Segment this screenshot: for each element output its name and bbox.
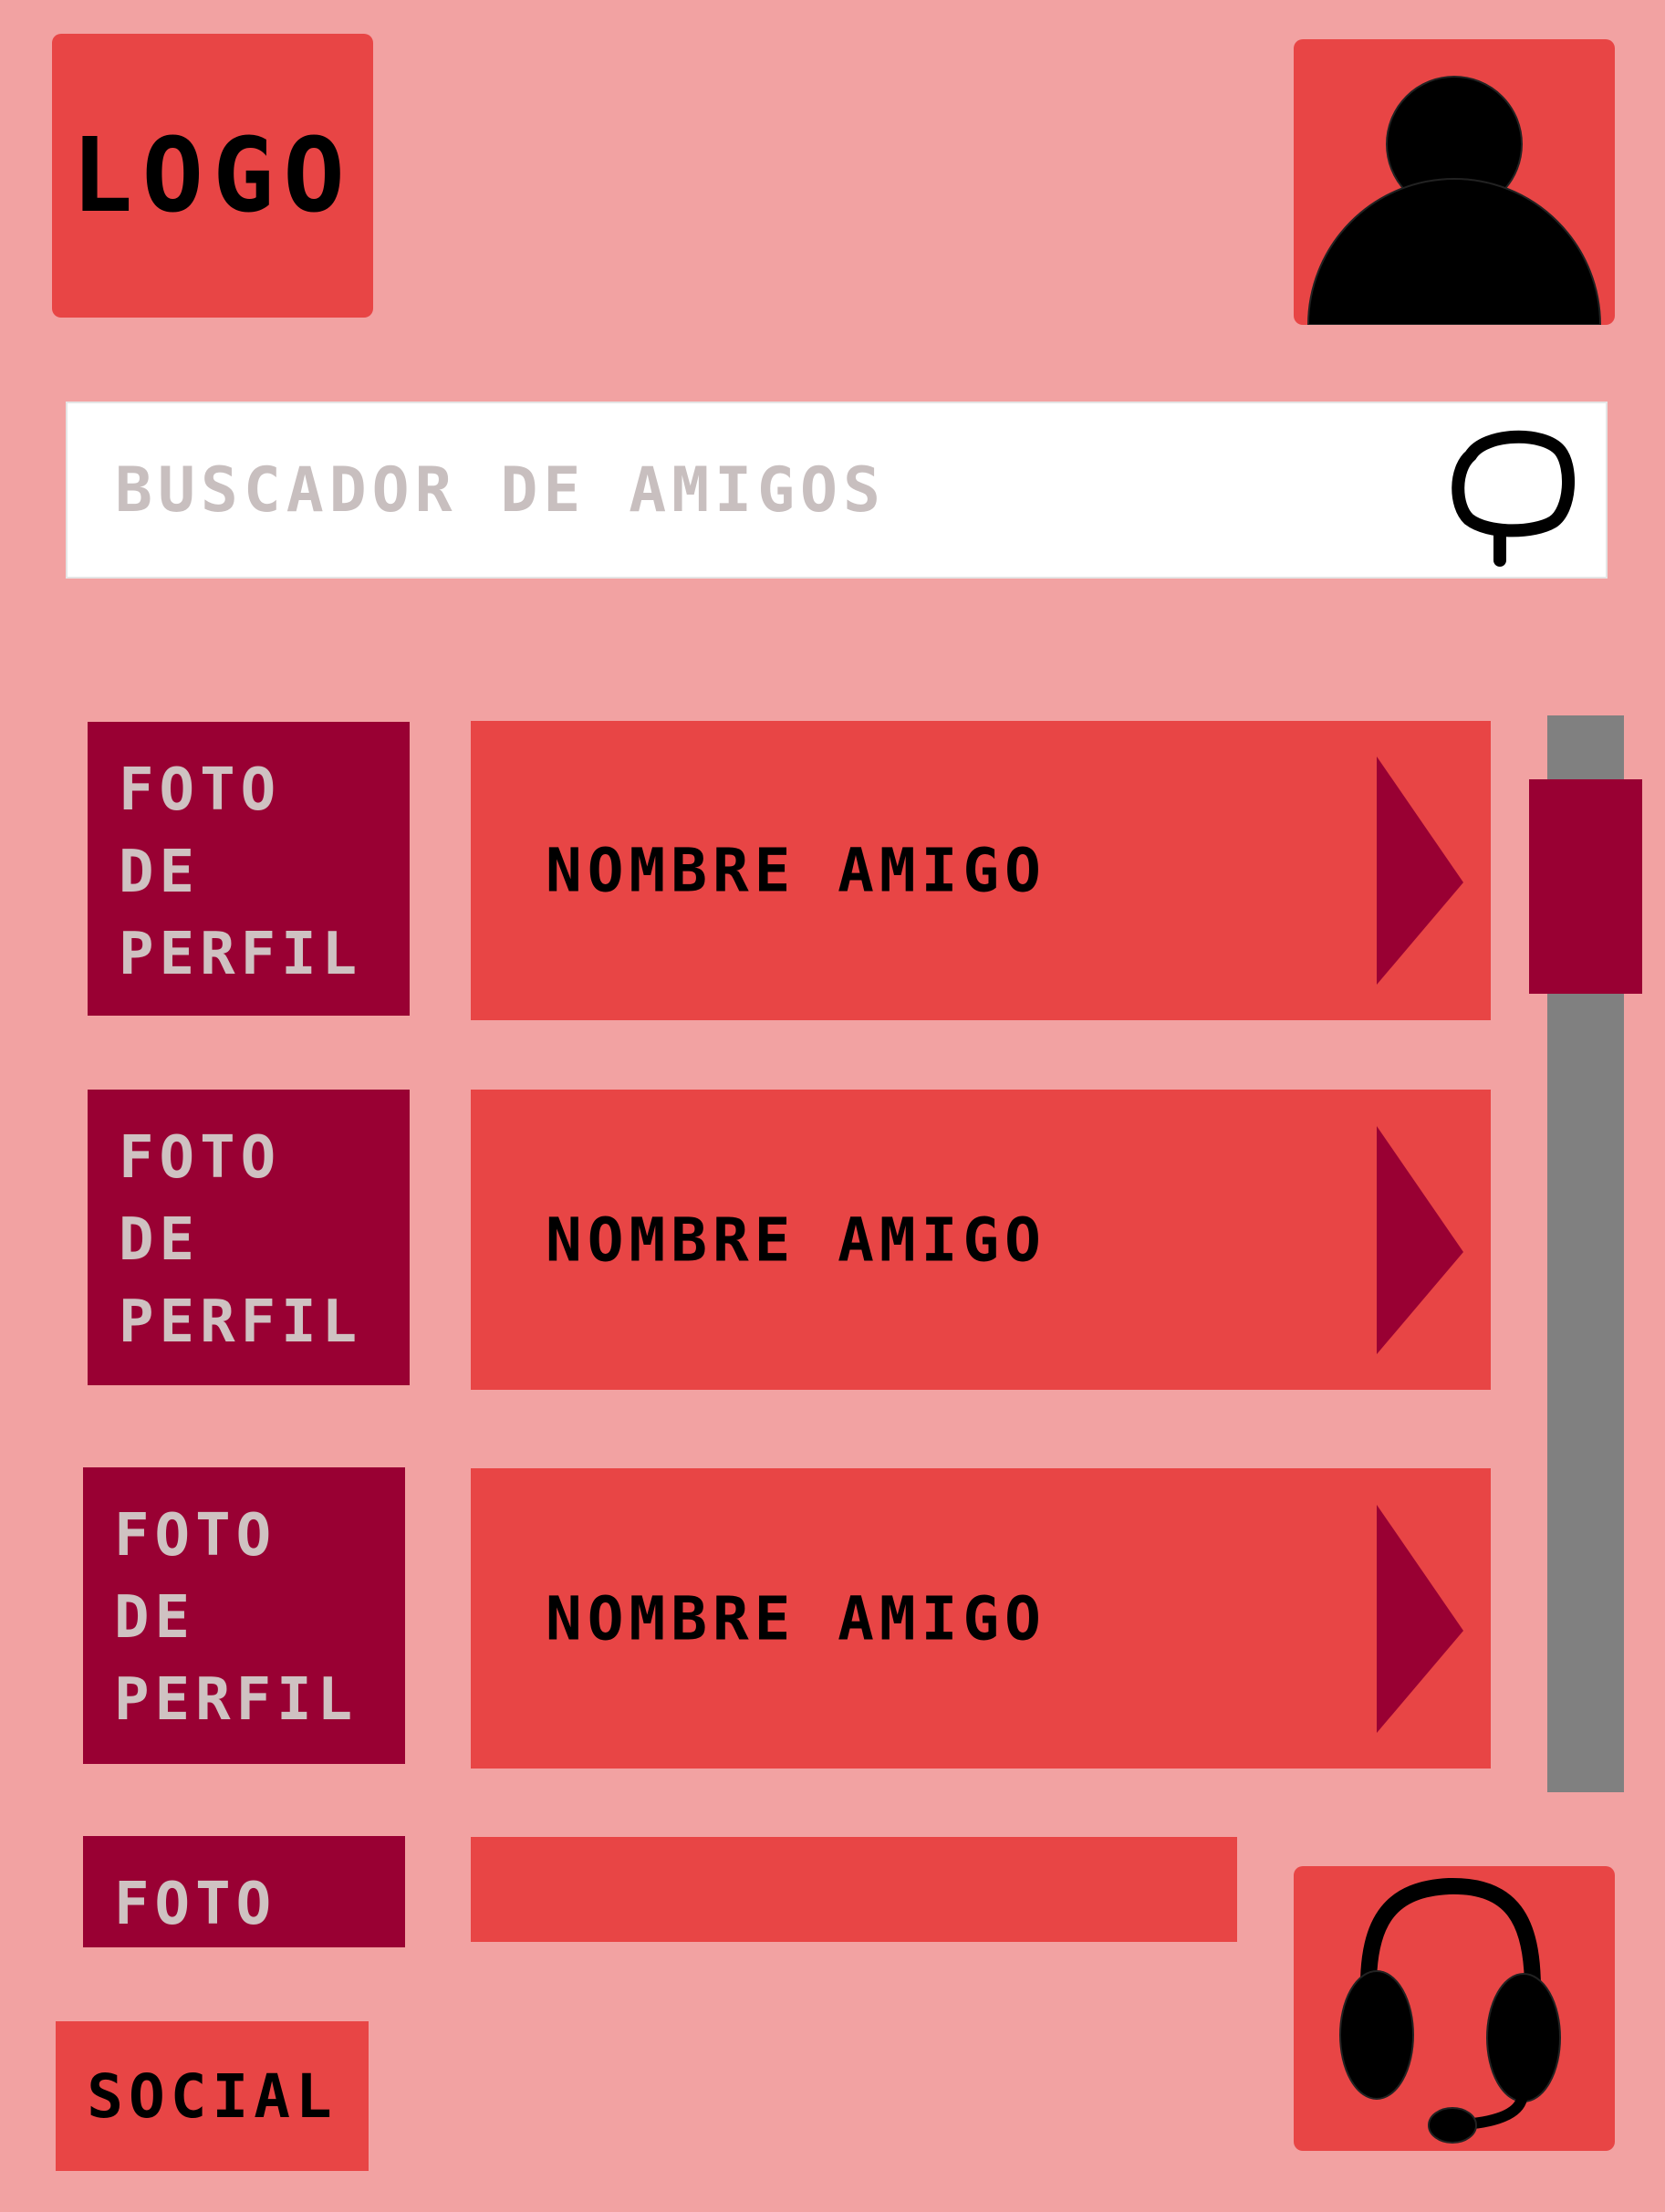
social-button[interactable]: SOCIAL xyxy=(56,2021,369,2171)
photo-label: DE xyxy=(114,1584,196,1652)
photo-label: DE xyxy=(119,839,201,906)
friend-row-button[interactable]: NOMBRE AMIGO xyxy=(471,1090,1491,1390)
scrollbar-thumb[interactable] xyxy=(1529,779,1642,994)
photo-label: PERFIL xyxy=(119,1289,363,1356)
chevron-right-icon xyxy=(1377,1125,1463,1354)
photo-label: DE xyxy=(119,1206,201,1274)
friend-row-button[interactable]: NOMBRE AMIGO xyxy=(471,1468,1491,1769)
friend-name: NOMBRE AMIGO xyxy=(546,1583,1046,1654)
chevron-right-icon xyxy=(1377,756,1463,985)
photo-label: FOTO xyxy=(119,756,282,824)
friend-row-button[interactable] xyxy=(471,1837,1237,1942)
social-label: SOCIAL xyxy=(87,2061,338,2132)
friend-profile-photo: FOTO xyxy=(83,1836,405,1947)
support-button[interactable] xyxy=(1294,1866,1615,2151)
friend-search-bar xyxy=(66,402,1608,579)
friend-profile-photo: FOTO DE PERFIL xyxy=(83,1467,405,1764)
friend-profile-photo: FOTO DE PERFIL xyxy=(88,1090,410,1385)
friend-name: NOMBRE AMIGO xyxy=(546,1205,1046,1275)
user-silhouette-icon xyxy=(1306,76,1602,325)
photo-label: PERFIL xyxy=(119,921,363,988)
friend-name: NOMBRE AMIGO xyxy=(546,835,1046,906)
photo-label: FOTO xyxy=(114,1871,277,1938)
friend-row-button[interactable]: NOMBRE AMIGO xyxy=(471,721,1491,1020)
logo-text: LOGO xyxy=(71,116,354,235)
friend-profile-photo: FOTO DE PERFIL xyxy=(88,722,410,1016)
profile-avatar-button[interactable] xyxy=(1294,39,1615,325)
search-icon[interactable] xyxy=(1443,423,1580,574)
photo-label: FOTO xyxy=(119,1124,282,1192)
chevron-right-icon xyxy=(1377,1504,1463,1733)
logo[interactable]: LOGO xyxy=(52,34,373,318)
photo-label: FOTO xyxy=(114,1502,277,1570)
photo-label: PERFIL xyxy=(114,1666,359,1734)
headset-icon xyxy=(1339,1877,1561,2144)
friend-search-input[interactable] xyxy=(115,444,1438,536)
